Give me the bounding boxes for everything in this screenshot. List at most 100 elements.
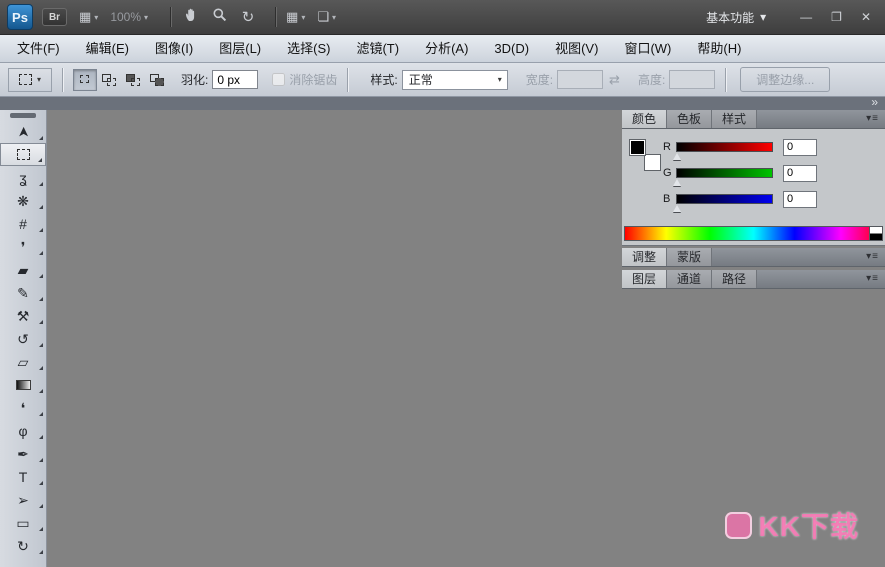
- red-slider-handle[interactable]: [673, 153, 681, 160]
- tab-channels[interactable]: 通道: [667, 270, 712, 288]
- height-input: [669, 70, 715, 89]
- tool-eraser[interactable]: ▱: [0, 350, 46, 373]
- menu-help[interactable]: 帮助(H): [684, 35, 754, 62]
- chevron-down-icon: ▾: [301, 13, 305, 22]
- minimize-button[interactable]: —: [800, 10, 812, 24]
- tab-color[interactable]: 颜色: [622, 110, 667, 128]
- tool-pen[interactable]: ✒: [0, 442, 46, 465]
- zoom-level-dropdown[interactable]: 100% ▾: [110, 10, 148, 24]
- zoom-tool-button[interactable]: [209, 6, 231, 28]
- refine-edge-button[interactable]: 调整边缘...: [740, 67, 830, 92]
- tab-styles[interactable]: 样式: [712, 110, 757, 128]
- panel-menu-icon[interactable]: ▾≡: [860, 248, 885, 266]
- hand-tool-button[interactable]: [181, 6, 203, 28]
- rotate-view-button[interactable]: ↻: [237, 6, 259, 28]
- background-color-swatch[interactable]: [644, 154, 661, 171]
- tool-crop[interactable]: #: [0, 212, 46, 235]
- foreground-background-swatch[interactable]: [629, 139, 661, 171]
- menu-filter[interactable]: 滤镜(T): [343, 35, 412, 62]
- watermark: KK下载: [725, 505, 859, 545]
- tool-clone-stamp[interactable]: ⚒: [0, 304, 46, 327]
- color-panel-group: 颜色 色板 样式 ▾≡ R G: [622, 110, 885, 246]
- rgb-sliders: R G B: [663, 134, 817, 212]
- feather-input[interactable]: [212, 70, 258, 89]
- blue-slider-handle[interactable]: [673, 205, 681, 212]
- tool-gradient[interactable]: [0, 373, 46, 396]
- menu-view[interactable]: 视图(V): [542, 35, 611, 62]
- screen-mode-button[interactable]: ❏ ▾: [317, 9, 336, 25]
- tool-spot-healing-brush[interactable]: ▰: [0, 258, 46, 281]
- tool-quick-selection[interactable]: ❋: [0, 189, 46, 212]
- menu-select[interactable]: 选择(S): [274, 35, 343, 62]
- tool-rectangular-marquee[interactable]: [0, 143, 46, 166]
- antialias-checkbox[interactable]: [272, 73, 285, 86]
- menu-3d[interactable]: 3D(D): [481, 35, 542, 62]
- tab-swatches[interactable]: 色板: [667, 110, 712, 128]
- new-selection-icon: [78, 74, 92, 86]
- view-extras-button[interactable]: ▦ ▾: [79, 9, 98, 25]
- spot-healing-brush-tool-icon: ▰: [18, 263, 29, 277]
- menu-edit[interactable]: 编辑(E): [73, 35, 142, 62]
- tool-dodge[interactable]: φ: [0, 419, 46, 442]
- tool-eyedropper[interactable]: ❜: [0, 235, 46, 258]
- menu-image[interactable]: 图像(I): [142, 35, 206, 62]
- hand-icon: [184, 7, 200, 28]
- path-selection-tool-icon: ➢: [17, 493, 29, 507]
- black-white-swatch[interactable]: [869, 227, 882, 240]
- tool-type[interactable]: T: [0, 465, 46, 488]
- tool-move[interactable]: ➤: [0, 120, 46, 143]
- subtract-selection-icon: [126, 74, 140, 86]
- tool-preset-picker[interactable]: ▾: [8, 68, 52, 92]
- swap-dimensions-icon[interactable]: ⇄: [609, 72, 620, 88]
- subtract-selection-mode-button[interactable]: [121, 69, 145, 91]
- tool-history-brush[interactable]: ↺: [0, 327, 46, 350]
- tab-paths[interactable]: 路径: [712, 270, 757, 288]
- intersect-selection-mode-button[interactable]: [145, 69, 169, 91]
- blue-channel-label: B: [663, 193, 676, 205]
- tool-lasso[interactable]: ʓ: [0, 166, 46, 189]
- red-value-input[interactable]: [783, 139, 817, 156]
- arrange-documents-button[interactable]: ▦ ▾: [286, 9, 305, 25]
- tools-panel-grip[interactable]: [10, 113, 36, 118]
- crop-tool-icon: #: [19, 217, 27, 231]
- tool-rectangle-shape[interactable]: ▭: [0, 511, 46, 534]
- tool-path-selection[interactable]: ➢: [0, 488, 46, 511]
- menu-analysis[interactable]: 分析(A): [412, 35, 481, 62]
- bridge-button[interactable]: Br: [42, 8, 67, 26]
- tab-adjustments[interactable]: 调整: [622, 248, 667, 266]
- menu-layer[interactable]: 图层(L): [206, 35, 274, 62]
- antialias-label: 消除锯齿: [289, 71, 337, 88]
- tool-3d-rotate[interactable]: ↻: [0, 534, 46, 557]
- color-panel-tabs: 颜色 色板 样式 ▾≡: [622, 110, 885, 129]
- workspace-switcher[interactable]: 基本功能 ▾: [706, 9, 766, 26]
- collapse-dock-icon[interactable]: »: [871, 95, 878, 109]
- style-select[interactable]: 正常 ▾: [402, 70, 508, 90]
- canvas-area[interactable]: [47, 110, 622, 567]
- close-button[interactable]: ✕: [861, 10, 871, 24]
- add-selection-mode-button[interactable]: [97, 69, 121, 91]
- maximize-button[interactable]: ❐: [831, 10, 842, 24]
- color-spectrum-ramp[interactable]: [624, 226, 883, 241]
- panel-menu-icon[interactable]: ▾≡: [860, 270, 885, 288]
- green-slider-handle[interactable]: [673, 179, 681, 186]
- blue-value-input[interactable]: [783, 191, 817, 208]
- menu-file[interactable]: 文件(F): [4, 35, 73, 62]
- panel-menu-icon[interactable]: ▾≡: [860, 110, 885, 128]
- red-slider-row: R: [663, 134, 817, 160]
- green-slider-track[interactable]: [676, 168, 773, 178]
- divider: [170, 7, 171, 27]
- menu-window[interactable]: 窗口(W): [611, 35, 684, 62]
- screen-mode-icon: ❏: [317, 9, 329, 25]
- tab-masks[interactable]: 蒙版: [667, 248, 712, 266]
- tool-brush[interactable]: ✎: [0, 281, 46, 304]
- foreground-color-swatch[interactable]: [629, 139, 646, 156]
- red-slider-track[interactable]: [676, 142, 773, 152]
- new-selection-mode-button[interactable]: [73, 69, 97, 91]
- move-tool-icon: ➤: [16, 126, 30, 138]
- type-tool-icon: T: [19, 470, 28, 484]
- blue-slider-track[interactable]: [676, 194, 773, 204]
- tool-blur[interactable]: ❛: [0, 396, 46, 419]
- tab-layers[interactable]: 图层: [622, 270, 667, 288]
- layers-panel-group: 图层 通道 路径 ▾≡: [622, 270, 885, 289]
- green-value-input[interactable]: [783, 165, 817, 182]
